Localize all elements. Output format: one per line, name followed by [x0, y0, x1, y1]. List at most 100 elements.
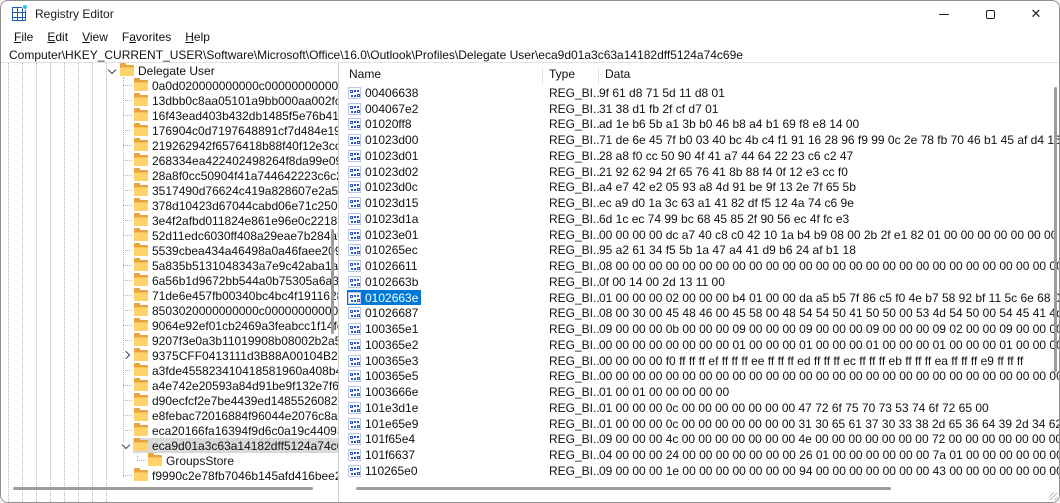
- minimize-button[interactable]: [921, 1, 967, 27]
- tree-node[interactable]: eca9d01a3c63a14182dff5124a74c69e: [133, 438, 338, 453]
- tree-chevron-icon[interactable]: [119, 138, 133, 153]
- tree-chevron-icon[interactable]: [119, 108, 133, 123]
- menu-item-edit[interactable]: Edit: [40, 28, 75, 46]
- tree-row[interactable]: 8503020000000000c000000000000046: [1, 303, 338, 318]
- tree-node[interactable]: 71de6e457fb00340bc4bc4f191162896: [133, 288, 338, 303]
- value-row[interactable]: 010265ec REG_BI... 95 a2 61 34 f5 5b 1a …: [343, 243, 1059, 259]
- tree-row[interactable]: d90ecfcf2e7be4439ed1485526082e3f: [1, 393, 338, 408]
- tree-row[interactable]: 3e4f2afbd011824e861e96e0c2218738: [1, 213, 338, 228]
- tree-row[interactable]: 5a835b5131048343a7e9c42aba1a2940: [1, 258, 338, 273]
- tree-chevron-icon[interactable]: [119, 153, 133, 168]
- tree-chevron-icon[interactable]: [119, 333, 133, 348]
- tree-chevron-icon[interactable]: [119, 258, 133, 273]
- maximize-button[interactable]: [967, 1, 1013, 27]
- value-row[interactable]: 100365e3 REG_BI... 00 00 00 00 f0 ff ff …: [343, 353, 1059, 369]
- value-row[interactable]: 101f65e4 REG_BI... 09 00 00 00 4c 00 00 …: [343, 432, 1059, 448]
- tree-row[interactable]: 5539cbea434a46498a0a46faee209eef: [1, 243, 338, 258]
- value-row[interactable]: 00406638 REG_BI... 9f 61 d8 71 5d 11 d8 …: [343, 85, 1059, 101]
- tree-row[interactable]: 378d10423d67044cabd06e71c250bef3: [1, 198, 338, 213]
- tree-node[interactable]: 6a56b1d9672bb544a0b75305a6a3f58d: [133, 273, 338, 288]
- tree-node[interactable]: 28a8f0cc50904f41a744642223c6c247: [133, 168, 338, 183]
- tree-node[interactable]: 9207f3e0a3b11019908b08002b2a56c2: [133, 333, 338, 348]
- tree-chevron-icon[interactable]: [119, 168, 133, 183]
- tree-chevron-icon[interactable]: [119, 468, 133, 483]
- menu-item-help[interactable]: Help: [178, 28, 217, 46]
- tree-chevron-icon[interactable]: [119, 363, 133, 378]
- tree-node[interactable]: 16f43ead403b432db1485f5e76b4101d: [133, 108, 338, 123]
- tree-row[interactable]: 52d11edc6030ff408a29eae7b284a93f: [1, 228, 338, 243]
- tree-chevron-icon[interactable]: [119, 243, 133, 258]
- tree-chevron-icon[interactable]: [119, 408, 133, 423]
- tree-node[interactable]: 8503020000000000c000000000000046: [133, 303, 338, 318]
- tree-row[interactable]: 268334ea422402498264f8da99e0934e: [1, 153, 338, 168]
- tree-node[interactable]: 3e4f2afbd011824e861e96e0c2218738: [133, 213, 338, 228]
- tree-node[interactable]: f9990c2e78fb7046b145afd416bee2e6: [133, 468, 338, 483]
- column-header-type[interactable]: Type: [543, 67, 599, 85]
- value-row[interactable]: 01020ff8 REG_BI... ad 1e b6 5b a1 3b b0 …: [343, 117, 1059, 133]
- tree-chevron-icon[interactable]: [119, 123, 133, 138]
- tree-node[interactable]: a3fde455823410418581960a408b48b6: [133, 363, 338, 378]
- value-row[interactable]: 01023d0c REG_BI... a4 e7 42 e2 05 93 a8 …: [343, 180, 1059, 196]
- value-row[interactable]: 101e3d1e REG_BI... 01 00 00 00 0c 00 00 …: [343, 400, 1059, 416]
- address-bar[interactable]: Computer\HKEY_CURRENT_USER\Software\Micr…: [1, 47, 1059, 63]
- tree-row[interactable]: a4e742e20593a84d91be9f132e7f655b: [1, 378, 338, 393]
- tree-row[interactable]: 176904c0d7197648891cf7d484e19b33: [1, 123, 338, 138]
- value-row[interactable]: 01026687 REG_BI... 08 00 30 00 45 48 46 …: [343, 306, 1059, 322]
- value-row[interactable]: 110265e0 REG_BI... 09 00 00 00 1e 00 00 …: [343, 463, 1059, 479]
- value-row[interactable]: 01023d01 REG_BI... 28 a8 f0 cc 50 90 4f …: [343, 148, 1059, 164]
- tree-chevron-icon[interactable]: [119, 423, 133, 438]
- tree-node[interactable]: eca20166fa16394f9d6c0a19c4409323: [133, 423, 338, 438]
- tree-row[interactable]: 28a8f0cc50904f41a744642223c6c247: [1, 168, 338, 183]
- tree-node[interactable]: 0a0d020000000000c000000000000046: [133, 78, 338, 93]
- value-row[interactable]: 100365e5 REG_BI... 00 00 00 00 00 00 00 …: [343, 369, 1059, 385]
- value-row[interactable]: 004067e2 REG_BI... 31 38 d1 fb 2f cf d7 …: [343, 101, 1059, 117]
- tree-node[interactable]: 13dbb0c8aa05101a9bb000aa002fc45a: [133, 93, 338, 108]
- value-row[interactable]: 01023d00 REG_BI... 71 de 6e 45 7f b0 03 …: [343, 132, 1059, 148]
- tree-row[interactable]: Delegate User: [1, 63, 338, 78]
- tree-chevron-icon[interactable]: [119, 303, 133, 318]
- tree-node[interactable]: 176904c0d7197648891cf7d484e19b33: [133, 123, 338, 138]
- tree-row[interactable]: 16f43ead403b432db1485f5e76b4101d: [1, 108, 338, 123]
- tree-row[interactable]: 9064e92ef01cb2469a3feabcc1f14fd6: [1, 318, 338, 333]
- tree-node[interactable]: 219262942f6576418b88f40f12e3ccf0: [133, 138, 338, 153]
- menu-item-file[interactable]: File: [7, 28, 40, 46]
- value-row[interactable]: 101e65e9 REG_BI... 01 00 00 00 0c 00 00 …: [343, 416, 1059, 432]
- tree-node[interactable]: 52d11edc6030ff408a29eae7b284a93f: [133, 228, 338, 243]
- tree-chevron-icon[interactable]: [119, 393, 133, 408]
- tree-chevron-icon[interactable]: [119, 348, 133, 363]
- value-row[interactable]: 100365e2 REG_BI... 00 00 00 00 00 00 00 …: [343, 337, 1059, 353]
- tree-chevron-icon[interactable]: [119, 438, 133, 453]
- tree-row[interactable]: 0a0d020000000000c000000000000046: [1, 78, 338, 93]
- tree-row[interactable]: eca9d01a3c63a14182dff5124a74c69e: [1, 438, 338, 453]
- value-row[interactable]: 01023e01 REG_BI... 00 00 00 00 dc a7 40 …: [343, 227, 1059, 243]
- value-row[interactable]: 01023d1a REG_BI... 6d 1c ec 74 99 bc 68 …: [343, 211, 1059, 227]
- tree-chevron-icon[interactable]: [119, 213, 133, 228]
- tree-chevron-icon[interactable]: [119, 78, 133, 93]
- tree-row[interactable]: a3fde455823410418581960a408b48b6: [1, 363, 338, 378]
- value-row[interactable]: 1003666e REG_BI... 01 00 01 00 00 00 00 …: [343, 384, 1059, 400]
- tree-node[interactable]: 378d10423d67044cabd06e71c250bef3: [133, 198, 338, 213]
- tree-node[interactable]: 9375CFF0413111d3B88A00104B2A6676: [133, 348, 338, 363]
- list-horizontal-scrollbar[interactable]: [356, 487, 891, 490]
- tree-vertical-scrollbar[interactable]: [331, 229, 334, 334]
- value-row[interactable]: 01026611 REG_BI... 08 00 00 00 00 00 00 …: [343, 258, 1059, 274]
- tree-node[interactable]: 3517490d76624c419a828607e2a54604: [133, 183, 338, 198]
- tree-row[interactable]: 9375CFF0413111d3B88A00104B2A6676: [1, 348, 338, 363]
- tree-row[interactable]: e8febac72016884f96044e2076c8adef: [1, 408, 338, 423]
- tree-node[interactable]: e8febac72016884f96044e2076c8adef: [133, 408, 338, 423]
- tree-node[interactable]: 5a835b5131048343a7e9c42aba1a2940: [133, 258, 338, 273]
- tree-row[interactable]: GroupsStore: [1, 453, 338, 468]
- tree-node[interactable]: d90ecfcf2e7be4439ed1485526082e3f: [133, 393, 338, 408]
- tree-node[interactable]: 268334ea422402498264f8da99e0934e: [133, 153, 338, 168]
- tree-row[interactable]: 6a56b1d9672bb544a0b75305a6a3f58d: [1, 273, 338, 288]
- tree-chevron-icon[interactable]: [119, 318, 133, 333]
- tree-row[interactable]: 9207f3e0a3b11019908b08002b2a56c2: [1, 333, 338, 348]
- tree-chevron-icon[interactable]: [119, 93, 133, 108]
- tree-chevron-icon[interactable]: [119, 198, 133, 213]
- menu-item-favorites[interactable]: Favorites: [115, 28, 178, 46]
- menu-item-view[interactable]: View: [75, 28, 115, 46]
- tree-row[interactable]: f9990c2e78fb7046b145afd416bee2e6: [1, 468, 338, 483]
- tree-node[interactable]: 9064e92ef01cb2469a3feabcc1f14fd6: [133, 318, 338, 333]
- tree-row[interactable]: eca20166fa16394f9d6c0a19c4409323: [1, 423, 338, 438]
- tree-row[interactable]: 71de6e457fb00340bc4bc4f191162896: [1, 288, 338, 303]
